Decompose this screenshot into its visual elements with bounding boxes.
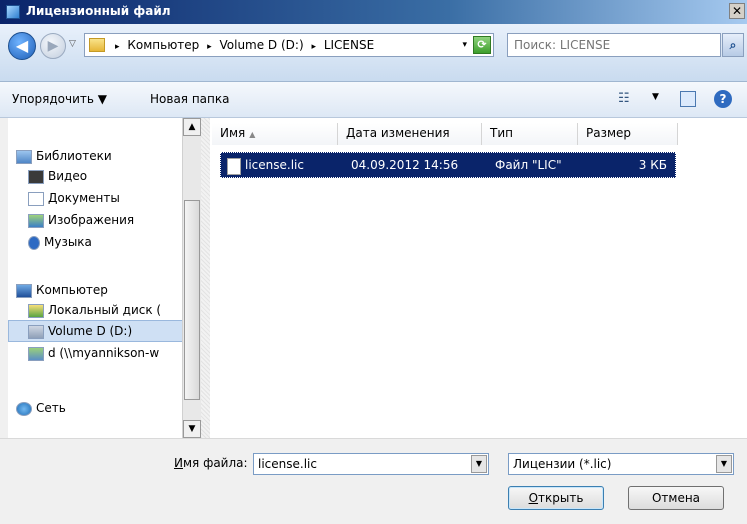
pane-splitter[interactable] bbox=[201, 118, 210, 438]
file-date: 04.09.2012 14:56 bbox=[351, 158, 459, 172]
network-drive-icon bbox=[28, 346, 44, 361]
app-icon bbox=[6, 5, 20, 19]
nav-item-label: Изображения bbox=[48, 213, 135, 227]
scroll-down-icon[interactable]: ▼ bbox=[183, 420, 201, 438]
nav-item-label: Volume D (D:) bbox=[48, 324, 133, 338]
command-toolbar: Упорядочить ▼ Новая папка ☷ ▼ ? bbox=[0, 82, 747, 118]
drive-icon bbox=[28, 324, 44, 339]
nav-item-images[interactable]: Изображения bbox=[28, 210, 134, 230]
address-row: ◀ ▶ ▽ ▸ Компьютер ▸ Volume D (D:) ▸ LICE… bbox=[0, 24, 747, 82]
dialog-footer: Имя файла: ▼ Лицензии (*.lic) ▼ Открыть … bbox=[0, 438, 747, 524]
scroll-up-icon[interactable]: ▲ bbox=[183, 118, 201, 136]
filename-label-text: мя файла: bbox=[182, 456, 248, 470]
breadcrumb-separator-icon[interactable]: ▸ bbox=[115, 42, 120, 52]
nav-item-computer[interactable]: Компьютер bbox=[16, 280, 108, 300]
file-icon bbox=[227, 158, 241, 175]
nav-item-label: Компьютер bbox=[36, 283, 108, 297]
cancel-button[interactable]: Отмена bbox=[628, 486, 724, 510]
folder-icon bbox=[89, 38, 105, 52]
nav-item-label: Документы bbox=[48, 191, 120, 205]
file-row[interactable]: license.lic 04.09.2012 14:56 Файл "LIC" … bbox=[220, 152, 676, 178]
nav-item-label: Сеть bbox=[36, 401, 66, 415]
music-icon bbox=[28, 235, 40, 250]
column-header-type[interactable]: Тип bbox=[482, 123, 578, 145]
search-input[interactable] bbox=[514, 35, 704, 55]
open-button[interactable]: Открыть bbox=[508, 486, 604, 510]
nav-item-label: d (\\myannikson-w bbox=[48, 346, 160, 360]
column-header-label: Имя bbox=[220, 126, 246, 140]
documents-icon bbox=[28, 191, 44, 206]
local-disk-icon bbox=[28, 303, 44, 318]
help-icon[interactable]: ? bbox=[714, 90, 732, 108]
filename-label: Имя файла: bbox=[174, 456, 248, 470]
breadcrumb-item-license[interactable]: LICENSE bbox=[324, 38, 374, 52]
search-icon[interactable]: ⌕ bbox=[722, 33, 744, 57]
nav-item-network-drive[interactable]: d (\\myannikson-w bbox=[28, 343, 159, 363]
images-icon bbox=[28, 213, 44, 228]
breadcrumb-separator-icon[interactable]: ▸ bbox=[311, 42, 316, 52]
file-type-filter-select[interactable]: Лицензии (*.lic) ▼ bbox=[508, 453, 734, 475]
filter-dropdown-icon[interactable]: ▼ bbox=[716, 455, 732, 473]
nav-item-label: Музыка bbox=[44, 235, 92, 249]
close-button[interactable]: ✕ bbox=[729, 3, 745, 19]
nav-item-label: Видео bbox=[48, 169, 88, 183]
navigation-scrollbar[interactable]: ▲ ▼ bbox=[182, 118, 201, 438]
navigation-pane: Библиотеки Видео Документы Изображения М… bbox=[8, 118, 201, 438]
history-dropdown-icon[interactable]: ▽ bbox=[69, 39, 76, 49]
network-icon bbox=[16, 401, 32, 416]
filename-combo[interactable]: ▼ bbox=[253, 453, 489, 475]
sort-ascending-icon: ▲ bbox=[249, 130, 256, 139]
refresh-button[interactable]: ⟳ bbox=[473, 36, 491, 54]
title-bar: Лицензионный файл ✕ bbox=[0, 0, 747, 24]
open-button-accesskey: О bbox=[528, 491, 539, 505]
scrollbar-thumb[interactable] bbox=[184, 200, 200, 400]
file-size: 3 КБ bbox=[638, 158, 667, 172]
file-name: license.lic bbox=[245, 158, 304, 172]
search-box[interactable] bbox=[507, 33, 721, 57]
breadcrumb: ▸ Компьютер ▸ Volume D (D:) ▸ LICENSE bbox=[111, 38, 374, 52]
file-list: Имя ▲ Дата изменения Тип Размер license.l… bbox=[210, 118, 747, 438]
breadcrumb-item-volume-d[interactable]: Volume D (D:) bbox=[219, 38, 303, 52]
filename-label-accesskey: И bbox=[174, 456, 183, 470]
breadcrumb-separator-icon[interactable]: ▸ bbox=[207, 42, 212, 52]
address-dropdown-icon[interactable]: ▾ bbox=[462, 40, 467, 50]
filename-dropdown-icon[interactable]: ▼ bbox=[471, 455, 487, 473]
nav-item-libraries[interactable]: Библиотеки bbox=[16, 146, 112, 166]
filename-input[interactable] bbox=[258, 455, 468, 473]
views-icon[interactable]: ☷ bbox=[618, 91, 630, 106]
forward-button[interactable]: ▶ bbox=[40, 33, 66, 59]
nav-item-label: Библиотеки bbox=[36, 149, 112, 163]
video-icon bbox=[28, 169, 44, 184]
nav-item-volume-d[interactable]: Volume D (D:) bbox=[28, 321, 132, 341]
preview-pane-icon[interactable] bbox=[680, 91, 696, 107]
file-type: Файл "LIC" bbox=[495, 158, 562, 172]
nav-item-music[interactable]: Музыка bbox=[28, 232, 92, 252]
breadcrumb-item-computer[interactable]: Компьютер bbox=[127, 38, 199, 52]
column-header-date[interactable]: Дата изменения bbox=[338, 123, 482, 145]
column-header-name[interactable]: Имя ▲ bbox=[212, 123, 338, 145]
column-header-size[interactable]: Размер bbox=[578, 123, 678, 145]
file-type-filter-value: Лицензии (*.lic) bbox=[513, 457, 612, 471]
libraries-icon bbox=[16, 149, 32, 164]
back-button[interactable]: ◀ bbox=[8, 32, 36, 60]
nav-item-label: Локальный диск ( bbox=[48, 303, 162, 317]
nav-item-local-disk[interactable]: Локальный диск ( bbox=[28, 300, 161, 320]
nav-item-video[interactable]: Видео bbox=[28, 166, 87, 186]
address-bar[interactable]: ▸ Компьютер ▸ Volume D (D:) ▸ LICENSE ▾ … bbox=[84, 33, 494, 57]
window-title: Лицензионный файл bbox=[26, 4, 171, 18]
open-button-label: ткрыть bbox=[538, 491, 584, 505]
file-dialog-window: Лицензионный файл ✕ ◀ ▶ ▽ ▸ Компьютер ▸ … bbox=[0, 0, 747, 524]
views-dropdown-icon[interactable]: ▼ bbox=[652, 92, 659, 102]
nav-item-network[interactable]: Сеть bbox=[16, 398, 66, 418]
organize-button[interactable]: Упорядочить ▼ bbox=[12, 92, 107, 106]
computer-icon bbox=[16, 283, 32, 298]
new-folder-button[interactable]: Новая папка bbox=[150, 92, 229, 106]
nav-item-documents[interactable]: Документы bbox=[28, 188, 120, 208]
